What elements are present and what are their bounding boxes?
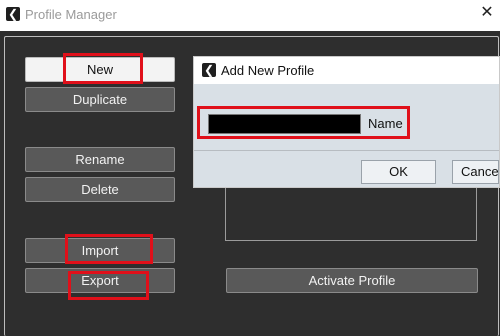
import-button[interactable]: Import	[25, 238, 175, 263]
name-label: Name	[368, 116, 403, 131]
cancel-button[interactable]: Cancel	[452, 160, 499, 184]
dialog-separator	[194, 150, 499, 151]
export-button[interactable]: Export	[25, 268, 175, 293]
add-profile-dialog: ❮ Add New Profile Name OK Cancel	[193, 56, 500, 188]
dialog-titlebar: ❮ Add New Profile	[194, 57, 499, 84]
activate-profile-button[interactable]: Activate Profile	[226, 268, 478, 293]
window-title: Profile Manager	[25, 7, 117, 22]
dialog-title: Add New Profile	[221, 63, 315, 78]
rename-button[interactable]: Rename	[25, 147, 175, 172]
new-button[interactable]: New	[25, 57, 175, 82]
ok-button[interactable]: OK	[361, 160, 436, 184]
back-arrow-icon: ❮	[202, 63, 216, 77]
close-icon[interactable]: ✕	[478, 4, 496, 22]
profile-name-input[interactable]	[208, 114, 361, 134]
duplicate-button[interactable]: Duplicate	[25, 87, 175, 112]
delete-button[interactable]: Delete	[25, 177, 175, 202]
window-titlebar: ❮ Profile Manager ✕	[0, 0, 500, 30]
back-arrow-icon: ❮	[6, 7, 20, 21]
